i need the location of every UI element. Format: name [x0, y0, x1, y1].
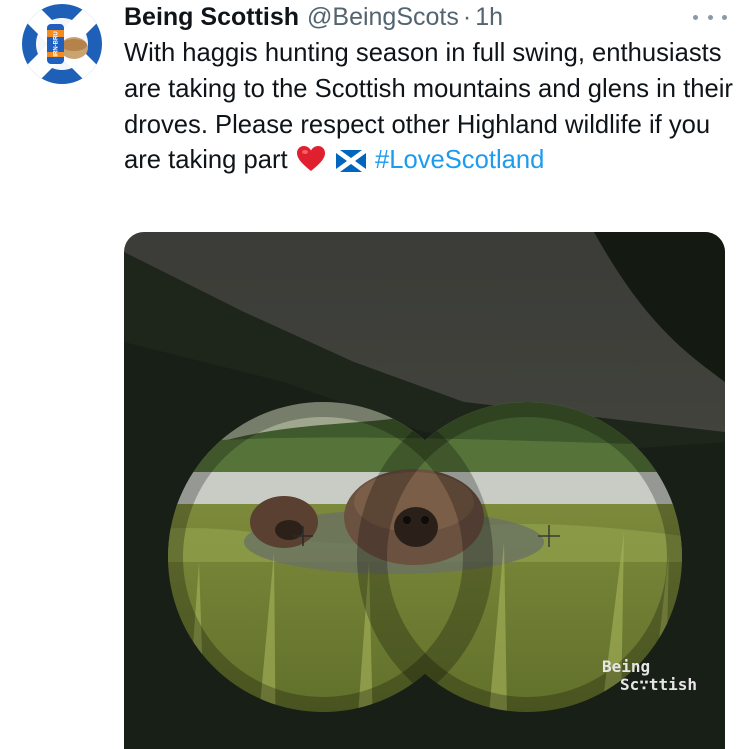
tweet[interactable]: IRN-BRU Being Scottish @BeingScots · 1h … [0, 0, 749, 749]
avatar-can-label: IRN-BRU [54, 31, 60, 56]
avatar[interactable]: IRN-BRU [22, 4, 102, 84]
timestamp[interactable]: 1h [475, 3, 503, 32]
watermark-line-2: Sc∵ttish [620, 675, 697, 694]
separator-dot: · [462, 2, 472, 31]
heart-emoji [296, 146, 325, 183]
more-options-icon[interactable] [693, 10, 727, 24]
user-handle[interactable]: @BeingScots [307, 3, 459, 32]
display-name[interactable]: Being Scottish [124, 3, 299, 32]
tweet-text: With haggis hunting season in full swing… [124, 36, 736, 183]
watermark-line-1: Being [602, 657, 650, 676]
tweet-header: Being Scottish @BeingScots · 1h [124, 2, 503, 32]
scotland-flag-emoji [335, 147, 366, 183]
hashtag-link[interactable]: #LoveScotland [375, 146, 544, 174]
tweet-media-image[interactable]: Being Sc∵ttish [124, 232, 725, 749]
